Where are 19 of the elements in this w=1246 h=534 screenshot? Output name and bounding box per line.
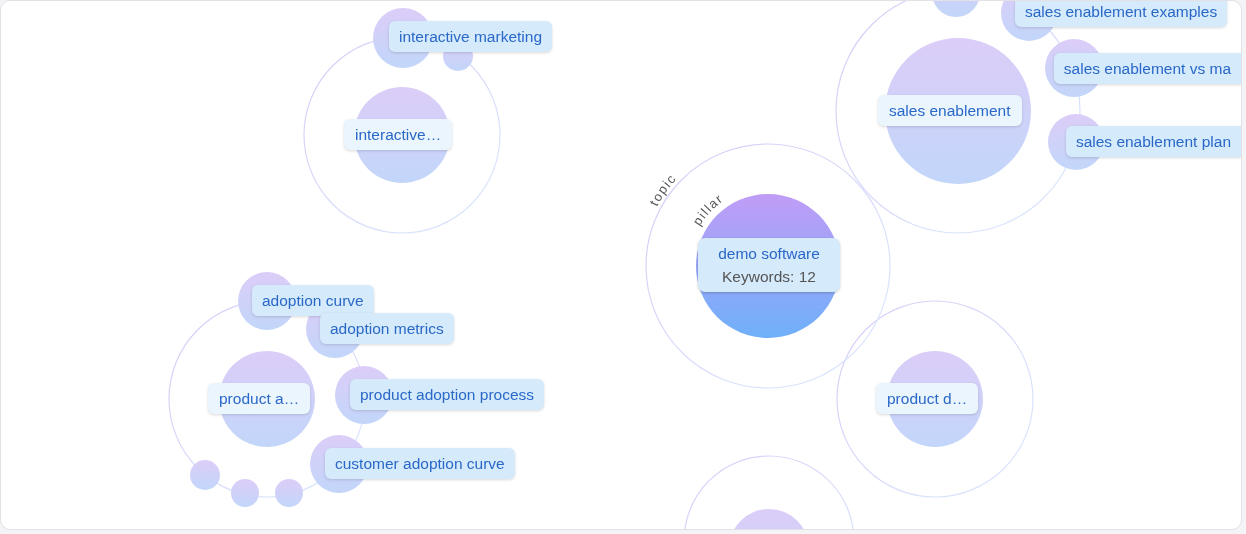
keyword-label[interactable]: sales enablement examples	[1015, 1, 1228, 27]
keyword-count: Keywords: 12	[722, 267, 816, 286]
topic-label[interactable]: product d…	[876, 383, 979, 414]
topic-label[interactable]: sales enablement	[878, 95, 1022, 126]
keyword-bubble	[231, 479, 259, 507]
keyword-label[interactable]: interactive marketing	[389, 21, 552, 52]
keyword-bubble	[190, 460, 220, 490]
keyword-label[interactable]: customer adoption curve	[325, 448, 515, 479]
pillar-title: demo software	[718, 244, 820, 263]
keyword-bubble	[275, 479, 303, 507]
keyword-label[interactable]: sales enablement plan	[1065, 126, 1241, 157]
pillar-label[interactable]: demo software Keywords: 12	[698, 238, 840, 292]
keyword-bubble	[932, 1, 980, 17]
keyword-label[interactable]: product adoption process	[350, 379, 545, 410]
keyword-label[interactable]: adoption metrics	[320, 313, 454, 344]
keyword-label[interactable]: sales enablement vs ma	[1053, 53, 1241, 84]
topic-label[interactable]: product a…	[208, 383, 311, 414]
keyword-label[interactable]: adoption curve	[252, 285, 374, 316]
topic-label[interactable]: interactive…	[344, 119, 453, 150]
